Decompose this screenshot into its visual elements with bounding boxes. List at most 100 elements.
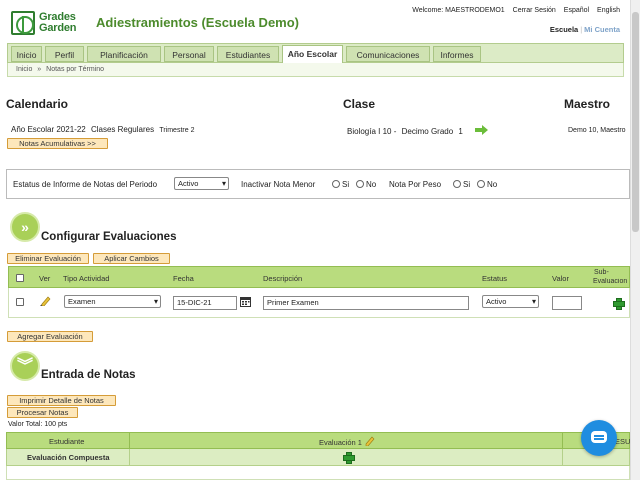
value-input[interactable] — [552, 296, 582, 310]
col-result: ESU — [615, 437, 631, 446]
logout-link[interactable]: Cerrar Sesión — [513, 7, 556, 14]
col-descripcion: Descripción — [263, 274, 303, 283]
class-section: 1 — [458, 127, 463, 136]
column-divider — [129, 449, 130, 465]
radio-icon — [453, 180, 461, 188]
calendar-icon[interactable] — [240, 296, 251, 307]
maestro-heading: Maestro — [564, 97, 611, 111]
pencil-icon[interactable] — [365, 436, 375, 446]
class-type: Clases Regulares — [90, 125, 155, 134]
weight-yes[interactable]: Si — [453, 180, 470, 189]
scrollbar-thumb[interactable] — [632, 12, 639, 232]
row-composite-label: Evaluación Compuesta — [27, 453, 110, 462]
process-grades-button[interactable]: Procesar Notas — [7, 407, 78, 418]
add-subevaluation-icon[interactable] — [613, 298, 625, 310]
term: Trimestre 2 — [159, 127, 195, 134]
no-label: No — [487, 180, 498, 189]
class-name: Biología I 10 - — [347, 127, 397, 136]
scope-switch: Escuela | Mi Cuenta — [550, 25, 620, 34]
no-label: No — [366, 180, 377, 189]
weight-no[interactable]: No — [477, 180, 497, 189]
add-composite-icon[interactable] — [343, 452, 355, 464]
tab-inicio[interactable]: Inicio — [11, 46, 42, 62]
col-valor: Valor — [552, 274, 569, 283]
top-links: Welcome: MAESTRODEMO1 Cerrar Sesión Espa… — [406, 7, 620, 14]
arrow-right-icon[interactable] — [475, 125, 489, 135]
tab-ano-escolar[interactable]: Año Escolar — [282, 45, 343, 64]
class-grade: Decimo Grado — [401, 127, 454, 136]
tab-comunicaciones[interactable]: Comunicaciones — [346, 46, 430, 62]
chat-icon[interactable] — [581, 420, 617, 456]
double-chevron-down-icon[interactable]: ︾ — [10, 351, 40, 381]
evaluations-table-header: Ver Tipo Actividad Fecha Descripción Est… — [8, 266, 630, 288]
total-amount: 100 pts — [44, 421, 68, 428]
col-evaluation-1: Evaluación 1 — [319, 438, 362, 447]
double-chevron-right-icon[interactable]: » — [10, 212, 40, 242]
activity-type-select[interactable]: Examen — [64, 295, 161, 308]
description-input[interactable]: Primer Examen — [263, 296, 469, 310]
total-label: Valor Total: — [8, 421, 43, 428]
welcome-text: Welcome: MAESTRODEMO1 — [412, 7, 505, 14]
radio-icon — [477, 180, 485, 188]
calendario-heading: Calendario — [6, 97, 69, 111]
class-info: Biología I 10 - Decimo Grado 1 — [347, 127, 463, 136]
radio-icon — [332, 180, 340, 188]
page-title: Adiestramientos (Escuela Demo) — [96, 15, 300, 30]
cumulative-grades-button[interactable]: Notas Acumulativas >> — [7, 138, 108, 149]
inactivate-no[interactable]: No — [356, 180, 376, 189]
col-fecha: Fecha — [173, 274, 194, 283]
inactivate-label: Inactivar Nota Menor — [241, 180, 316, 189]
inactivate-yes[interactable]: Si — [332, 180, 349, 189]
date-input[interactable]: 15-DIC-21 — [173, 296, 237, 310]
column-divider — [562, 433, 563, 449]
lang-es-link[interactable]: Español — [564, 7, 589, 14]
globe-icon — [11, 11, 35, 35]
column-divider — [562, 449, 563, 465]
report-status-label: Estatus de Informe de Notas del Periodo — [13, 180, 158, 189]
col-estatus: Estatus — [482, 274, 508, 283]
calendar-info: Año Escolar 2021-22 Clases Regulares Tri… — [11, 125, 194, 134]
scope-separator: | — [580, 25, 583, 34]
tab-planificacion[interactable]: Planificación — [87, 46, 161, 62]
delete-evaluation-button[interactable]: Eliminar Evaluación — [7, 253, 89, 264]
print-grades-button[interactable]: Imprimir Detalle de Notas — [7, 395, 116, 406]
entrada-heading: Entrada de Notas — [41, 369, 136, 381]
radio-icon — [356, 180, 364, 188]
col-sub-line1: Sub- — [594, 269, 609, 276]
breadcrumb-home[interactable]: Inicio — [16, 66, 32, 73]
row-checkbox[interactable] — [16, 298, 24, 306]
tab-perfil[interactable]: Perfil — [45, 46, 84, 62]
scope-account-link[interactable]: Mi Cuenta — [584, 25, 620, 34]
school-year: Año Escolar 2021-22 — [11, 125, 86, 134]
tab-estudiantes[interactable]: Estudiantes — [217, 46, 279, 62]
tab-informes[interactable]: Informes — [433, 46, 481, 62]
weight-label: Nota Por Peso — [389, 180, 442, 189]
pencil-icon[interactable] — [40, 295, 51, 306]
table-row: Examen 15-DIC-21 Primer Examen Activo — [8, 288, 630, 318]
col-student: Estudiante — [49, 437, 85, 446]
col-tipo: Tipo Actividad — [63, 274, 110, 283]
teacher-name: Demo 10, Maestro — [568, 127, 626, 134]
main-nav: Inicio Perfil Planificación Personal Est… — [7, 43, 624, 64]
lang-en-link[interactable]: English — [597, 7, 620, 14]
yes-label: Si — [463, 180, 471, 189]
grades-garden-logo[interactable]: Grades Garden — [11, 11, 95, 35]
status-select[interactable]: Activo — [482, 295, 539, 308]
yes-label: Si — [342, 180, 350, 189]
configurar-heading: Configurar Evaluaciones — [41, 231, 177, 243]
col-sub-line2: Evaluacion — [593, 278, 628, 285]
scope-school-link[interactable]: Escuela — [550, 25, 578, 34]
grades-table-header: Estudiante Evaluación 1 ESU — [6, 432, 630, 449]
table-row: Evaluación Compuesta — [6, 449, 630, 466]
breadcrumb-current: Notas por Término — [46, 66, 104, 73]
total-value: Valor Total: 100 pts — [8, 421, 67, 428]
apply-changes-button[interactable]: Aplicar Cambios — [93, 253, 170, 264]
breadcrumb-separator: » — [37, 66, 42, 73]
clase-heading: Clase — [343, 97, 376, 111]
add-evaluation-button[interactable]: Agregar Evaluación — [7, 331, 93, 342]
logo-line2: Garden — [39, 22, 77, 34]
select-all-checkbox[interactable] — [16, 274, 24, 282]
tab-personal[interactable]: Personal — [164, 46, 214, 62]
breadcrumb: Inicio » Notas por Término — [7, 63, 624, 77]
report-status-select[interactable]: Activo — [174, 177, 229, 190]
